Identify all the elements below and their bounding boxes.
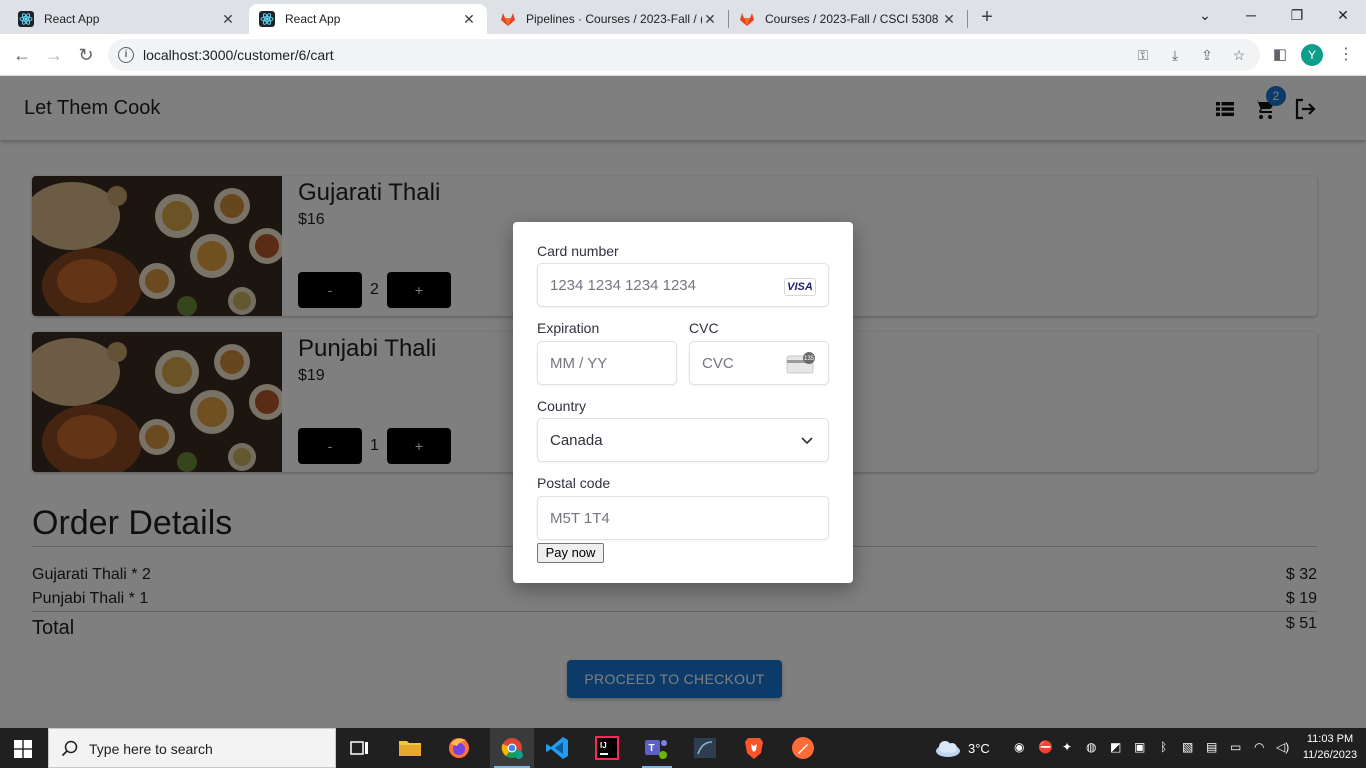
react-icon xyxy=(259,11,275,27)
react-icon xyxy=(18,11,34,27)
more-menu-icon[interactable]: ⋮ xyxy=(1334,43,1358,67)
share-icon[interactable]: ⇪ xyxy=(1198,47,1216,63)
postman-icon[interactable] xyxy=(788,734,818,762)
browser-toolbar: ← → ↻ i localhost:3000/customer/6/cart ⚿… xyxy=(0,34,1366,76)
battery-icon[interactable]: ▭ xyxy=(1230,740,1241,754)
tray-app-icon[interactable]: ◍ xyxy=(1086,740,1096,754)
windows-start-icon[interactable] xyxy=(14,740,32,758)
country-label: Country xyxy=(537,398,587,414)
country-select[interactable]: Canada xyxy=(537,418,829,462)
country-value: Canada xyxy=(550,432,603,449)
tab-title: React App xyxy=(44,12,100,26)
cvc-label: CVC xyxy=(689,320,719,336)
weather-temperature[interactable]: 3°C xyxy=(968,741,990,756)
firefox-icon[interactable] xyxy=(444,734,474,762)
tray-app-icon[interactable]: ◩ xyxy=(1110,740,1121,754)
minimize-button[interactable]: ─ xyxy=(1228,4,1274,26)
chevron-down-icon xyxy=(801,437,813,445)
forward-arrow-icon[interactable]: → xyxy=(42,43,66,67)
side-panel-icon[interactable]: ◧ xyxy=(1268,43,1292,67)
vscode-icon[interactable] xyxy=(543,734,573,762)
file-explorer-icon[interactable] xyxy=(395,734,425,762)
url-text[interactable]: localhost:3000/customer/6/cart xyxy=(143,47,334,63)
search-icon xyxy=(61,740,78,757)
teams-tray-icon[interactable]: ✦ xyxy=(1062,740,1072,754)
intellij-icon[interactable]: IJ xyxy=(592,734,622,762)
expiration-placeholder: MM / YY xyxy=(550,355,608,372)
svg-text:IJ: IJ xyxy=(600,741,607,750)
visa-icon: VISA xyxy=(784,278,816,296)
key-icon[interactable]: ⚿ xyxy=(1134,47,1152,63)
weather-cloud-icon xyxy=(936,741,960,757)
cvc-field[interactable]: CVC 135 xyxy=(689,341,829,385)
card-number-field[interactable]: 1234 1234 1234 1234 VISA xyxy=(537,263,829,307)
close-tab-icon[interactable]: ✕ xyxy=(702,11,718,28)
postal-code-label: Postal code xyxy=(537,475,611,491)
cvc-icon-text: 135 xyxy=(804,356,815,362)
postal-code-field[interactable]: M5T 1T4 xyxy=(537,496,829,540)
clock-time: 11:03 PM xyxy=(1306,733,1354,745)
bluetooth-icon[interactable]: ᛒ xyxy=(1160,740,1167,754)
clock-date: 11/26/2023 xyxy=(1302,749,1358,761)
chrome-icon xyxy=(501,738,523,759)
brave-icon[interactable] xyxy=(739,734,769,762)
browser-tab-react-app-2[interactable]: React App ✕ xyxy=(249,4,487,34)
new-tab-button[interactable]: + xyxy=(976,6,998,28)
cvc-placeholder: CVC xyxy=(702,355,734,372)
expiration-field[interactable]: MM / YY xyxy=(537,341,677,385)
teams-icon[interactable]: T xyxy=(641,734,671,762)
address-bar[interactable]: i localhost:3000/customer/6/cart ⚿ ⤓ ⇪ ☆ xyxy=(108,39,1260,71)
browser-tab-strip: React App ✕ React App ✕ Pipelines · Cour… xyxy=(0,0,1366,34)
tray-app-icon[interactable]: ⛔ xyxy=(1038,740,1053,754)
wifi-icon[interactable]: ◠ xyxy=(1254,740,1264,754)
close-tab-icon[interactable]: ✕ xyxy=(461,11,477,28)
chrome-taskbar-active[interactable] xyxy=(490,728,534,768)
maximize-button[interactable]: ❐ xyxy=(1274,4,1320,26)
tab-search-button[interactable]: ⌄ xyxy=(1182,4,1228,26)
gitlab-icon xyxy=(501,13,515,26)
reload-icon[interactable]: ↻ xyxy=(74,43,98,67)
profile-avatar[interactable]: Y xyxy=(1301,44,1323,66)
tray-app-icon[interactable]: ▤ xyxy=(1206,740,1217,754)
bookmark-star-icon[interactable]: ☆ xyxy=(1230,47,1248,63)
card-cvc-icon: 135 xyxy=(786,352,815,374)
task-view-icon[interactable] xyxy=(345,734,375,762)
card-number-label: Card number xyxy=(537,243,619,259)
back-arrow-icon[interactable]: ← xyxy=(10,43,34,67)
tab-title: React App xyxy=(285,12,341,26)
install-icon[interactable]: ⤓ xyxy=(1166,47,1184,63)
close-tab-icon[interactable]: ✕ xyxy=(220,11,236,28)
tray-app-icon[interactable]: ▧ xyxy=(1182,740,1193,754)
expiration-label: Expiration xyxy=(537,320,600,336)
close-window-button[interactable]: ✕ xyxy=(1320,4,1366,26)
payment-modal: Card number 1234 1234 1234 1234 VISA Exp… xyxy=(513,222,853,583)
close-tab-icon[interactable]: ✕ xyxy=(941,11,957,28)
tab-title: Pipelines · Courses / 2023-Fall / ( xyxy=(526,12,702,26)
pay-now-button[interactable]: Pay now xyxy=(537,543,604,563)
tray-app-icon[interactable]: ▣ xyxy=(1134,740,1145,754)
mysql-workbench-icon[interactable] xyxy=(690,734,720,762)
taskbar-search-box[interactable]: Type here to search xyxy=(48,728,336,768)
tab-separator xyxy=(967,10,968,28)
tab-title: Courses / 2023-Fall / CSCI 5308 xyxy=(765,12,939,26)
browser-tab-pipelines[interactable]: Pipelines · Courses / 2023-Fall / ( ✕ xyxy=(490,4,728,34)
postal-code-placeholder: M5T 1T4 xyxy=(550,510,610,527)
taskbar: Type here to search IJ T 3°C ◉ ⛔ ✦ ◍ ◩ ▣… xyxy=(0,728,1366,768)
system-clock[interactable]: 11:03 PM 11/26/2023 xyxy=(1298,731,1362,763)
svg-text:T: T xyxy=(649,743,655,754)
gitlab-icon xyxy=(740,13,754,26)
volume-icon[interactable]: ◁) xyxy=(1276,740,1289,754)
browser-tab-courses[interactable]: Courses / 2023-Fall / CSCI 5308 ✕ xyxy=(729,4,967,34)
site-info-icon[interactable]: i xyxy=(118,47,134,63)
browser-tab-react-app-1[interactable]: React App ✕ xyxy=(8,4,246,34)
app-page: Let Them Cook 2 Gujarati Thali $16 - 2 + xyxy=(0,76,1366,728)
tray-app-icon[interactable]: ◉ xyxy=(1014,740,1024,754)
search-placeholder: Type here to search xyxy=(89,741,213,757)
card-number-placeholder: 1234 1234 1234 1234 xyxy=(550,277,696,294)
